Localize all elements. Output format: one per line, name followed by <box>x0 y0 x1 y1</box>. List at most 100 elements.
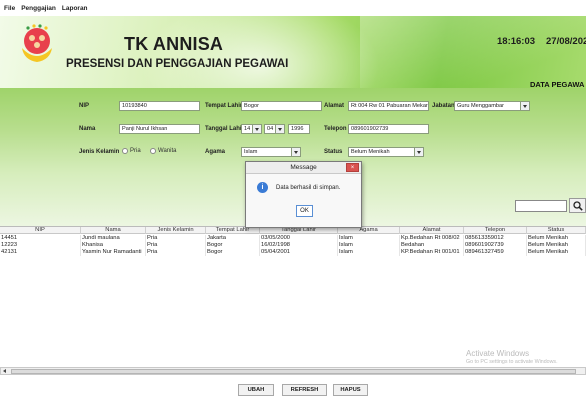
hapus-button[interactable]: HAPUS <box>333 384 368 396</box>
dialog-title: Message <box>246 162 361 174</box>
col-nama[interactable]: Nama <box>81 227 146 234</box>
telepon-label: Telepon <box>324 126 347 132</box>
cell-status: Belum Menikah <box>527 235 586 242</box>
col-agama[interactable]: Agama <box>338 227 400 234</box>
jabatan-label: Jabatan <box>432 103 455 109</box>
app-subtitle: PRESENSI DAN PENGGAJIAN PEGAWAI <box>66 58 289 70</box>
cell-alamat: Kp.Bedahan Rt 008/02 <box>400 235 464 242</box>
jabatan-value: Guru Menggambar <box>457 103 504 109</box>
scrollbar-thumb[interactable] <box>11 369 576 374</box>
nip-field[interactable]: 10193840 <box>119 101 200 111</box>
col-status[interactable]: Status <box>527 227 586 234</box>
radio-pria[interactable]: Pria <box>122 148 141 154</box>
cell-tempat-lahir: Bogor <box>206 242 260 249</box>
tanggal-day-select[interactable]: 14 <box>241 124 262 134</box>
jabatan-select[interactable]: Guru Menggambar <box>454 101 530 111</box>
search-input[interactable] <box>515 200 567 212</box>
alamat-label: Alamat <box>324 103 345 109</box>
header-banner: TK ANNISA PRESENSI DAN PENGGAJIAN PEGAWA… <box>0 16 586 88</box>
table-header: NIP Nama Jenis Kelamin Tempat Lahir Tang… <box>0 227 586 234</box>
tanggal-lahir-label: Tanggal Lahir <box>205 126 244 132</box>
chevron-down-icon[interactable] <box>252 125 261 133</box>
radio-pria-circle[interactable] <box>122 148 128 154</box>
col-tanggal-lahir[interactable]: Tanggal Lahir <box>260 227 338 234</box>
activate-windows-hint: Go to PC settings to activate Windows. <box>466 359 558 365</box>
col-nip[interactable]: NIP <box>0 227 81 234</box>
cell-agama: Islam <box>338 249 400 256</box>
school-logo-icon <box>22 24 52 62</box>
nama-field[interactable]: Panji Nurul Ikhsan <box>119 124 200 134</box>
cell-agama: Islam <box>338 242 400 249</box>
menu-laporan[interactable]: Laporan <box>62 5 88 12</box>
agama-select[interactable]: Islam <box>241 147 301 157</box>
ok-button[interactable]: OK <box>296 205 313 217</box>
telepon-field[interactable]: 089601902739 <box>348 124 429 134</box>
alamat-field[interactable]: Rt 004 Rw 01 Pabuaran Mekar <box>348 101 429 111</box>
cell-nama: Jundi maulana <box>81 235 146 242</box>
table-row[interactable]: 42131 Yasmin Nur Ramadanti Pria Bogor 05… <box>0 249 586 256</box>
close-icon[interactable]: × <box>346 163 359 172</box>
col-tempat-lahir[interactable]: Tempat Lahir <box>206 227 260 234</box>
chevron-down-icon[interactable] <box>291 148 300 156</box>
nip-label: NIP <box>79 103 90 109</box>
menu-penggajian[interactable]: Penggajian <box>21 5 56 12</box>
info-icon: i <box>257 182 268 193</box>
cell-jenis-kelamin: Pria <box>146 249 206 256</box>
tempat-lahir-field[interactable]: Bogor <box>241 101 322 111</box>
ubah-button[interactable]: UBAH <box>238 384 274 396</box>
search-button[interactable] <box>569 198 586 213</box>
cell-agama: Islam <box>338 235 400 242</box>
cell-telepon: 089461327459 <box>464 249 527 256</box>
search-icon <box>572 200 583 211</box>
table-row[interactable]: 14451 Jundi maulana Pria Jakarta 03/05/2… <box>0 235 586 242</box>
tempat-lahir-label: Tempat Lahir <box>205 103 243 109</box>
cell-status: Belum Menikah <box>527 242 586 249</box>
menu-bar: File Penggajian Laporan <box>0 0 586 16</box>
tanggal-day-value: 14 <box>244 126 251 132</box>
cell-tanggal-lahir: 05/04/2001 <box>260 249 338 256</box>
radio-wanita-circle[interactable] <box>150 148 156 154</box>
tanggal-month-select[interactable]: 04 <box>264 124 285 134</box>
status-select[interactable]: Belum Menikah <box>348 147 424 157</box>
col-alamat[interactable]: Alamat <box>400 227 464 234</box>
col-telepon[interactable]: Telepon <box>464 227 527 234</box>
cell-nip: 42131 <box>0 249 81 256</box>
tanggal-year-field[interactable]: 1996 <box>288 124 310 134</box>
scroll-left-icon[interactable] <box>3 369 6 373</box>
jenis-kelamin-label: Jenis Kelamin <box>79 149 120 155</box>
cell-jenis-kelamin: Pria <box>146 242 206 249</box>
status-label: Status <box>324 149 343 155</box>
chevron-down-icon[interactable] <box>520 102 529 110</box>
chevron-down-icon[interactable] <box>414 148 423 156</box>
clock: 18:16:03 <box>497 36 536 47</box>
status-value: Belum Menikah <box>351 149 390 155</box>
nama-label: Nama <box>79 126 96 132</box>
date: 27/08/202 <box>546 36 586 47</box>
app-title: TK ANNISA <box>124 34 224 54</box>
cell-tempat-lahir: Bogor <box>206 249 260 256</box>
radio-wanita-label: Wanita <box>158 148 177 154</box>
radio-wanita[interactable]: Wanita <box>150 148 176 154</box>
col-jenis-kelamin[interactable]: Jenis Kelamin <box>146 227 206 234</box>
agama-value: Islam <box>244 149 258 155</box>
radio-pria-label: Pria <box>130 148 141 154</box>
refresh-button[interactable]: REFRESH <box>282 384 327 396</box>
cell-tanggal-lahir: 16/02/1998 <box>260 242 338 249</box>
cell-tempat-lahir: Jakarta <box>206 235 260 242</box>
table-row[interactable]: 12223 Khanisa Pria Bogor 16/02/1998 Isla… <box>0 242 586 249</box>
cell-nip: 14451 <box>0 235 81 242</box>
menu-file[interactable]: File <box>4 5 15 12</box>
chevron-down-icon[interactable] <box>275 125 284 133</box>
cell-telepon: 085613359012 <box>464 235 527 242</box>
message-dialog: Message × i Data berhasil di simpan. OK <box>245 161 362 228</box>
cell-tanggal-lahir: 03/05/2000 <box>260 235 338 242</box>
activate-windows-watermark: Activate Windows <box>466 349 530 358</box>
cell-nama: Yasmin Nur Ramadanti <box>81 249 146 256</box>
cell-telepon: 089601902739 <box>464 242 527 249</box>
dialog-message: Data berhasil di simpan. <box>276 185 341 191</box>
horizontal-scrollbar[interactable] <box>0 367 586 375</box>
employee-table: NIP Nama Jenis Kelamin Tempat Lahir Tang… <box>0 226 586 364</box>
cell-alamat: KP.Bedahan Rt 001/01 <box>400 249 464 256</box>
cell-nip: 12223 <box>0 242 81 249</box>
cell-status: Belum Menikah <box>527 249 586 256</box>
